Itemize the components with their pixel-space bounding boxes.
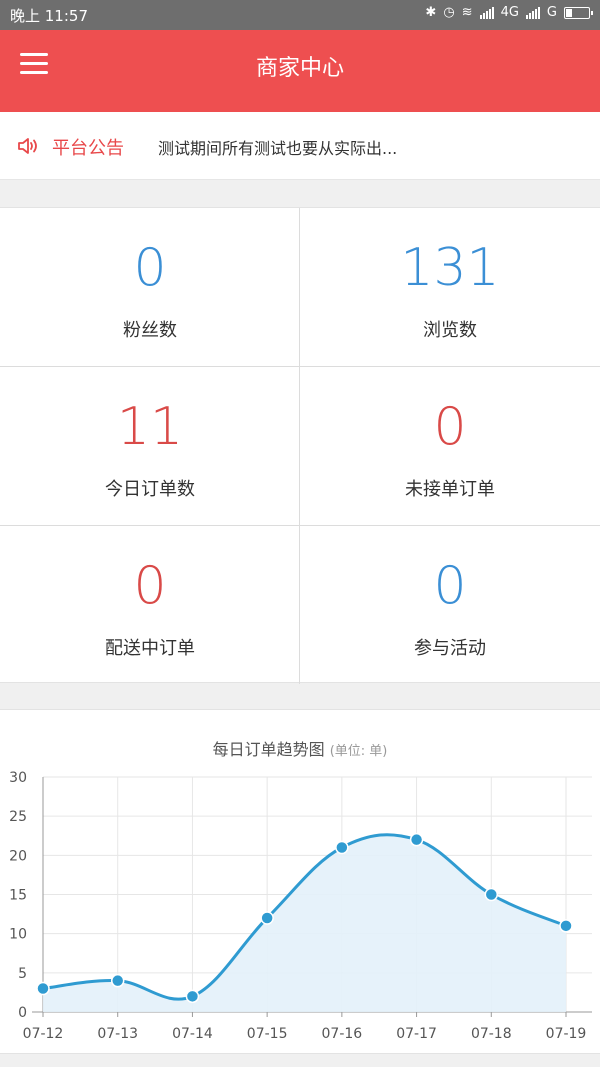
stat-views[interactable]: 131 浏览数 bbox=[300, 208, 600, 366]
x-tick-label: 07-14 bbox=[172, 1026, 213, 1042]
stat-label: 未接单订单 bbox=[405, 479, 495, 500]
stat-label: 配送中订单 bbox=[105, 638, 195, 659]
y-tick-label: 0 bbox=[18, 1005, 27, 1021]
data-point bbox=[260, 911, 274, 925]
x-tick-label: 07-15 bbox=[247, 1026, 288, 1042]
order-trend-chart-card: 每日订单趋势图 (单位: 单) 0 5 10 15 20 25 30 07-12 07-13 07… bbox=[0, 709, 600, 1054]
x-tick-label: 07-18 bbox=[471, 1026, 512, 1042]
data-point bbox=[484, 887, 499, 902]
data-point bbox=[409, 832, 424, 847]
data-point bbox=[36, 981, 50, 996]
platform-notice[interactable]: 平台公告 测试期间所有测试也要从实际出... bbox=[0, 112, 600, 180]
notice-label: 平台公告 bbox=[52, 138, 124, 159]
stat-delivering-orders[interactable]: 0 配送中订单 bbox=[0, 526, 300, 684]
network-type-label: 4G bbox=[500, 5, 519, 20]
x-tick-label: 07-19 bbox=[546, 1026, 587, 1042]
x-tick-label: 07-12 bbox=[23, 1026, 64, 1042]
stat-activities[interactable]: 0 参与活动 bbox=[300, 526, 600, 684]
grid-divider bbox=[299, 208, 300, 684]
signal-icon-2 bbox=[525, 6, 540, 19]
stat-label: 参与活动 bbox=[414, 638, 486, 659]
data-point bbox=[110, 973, 125, 988]
stat-fans[interactable]: 0 粉丝数 bbox=[0, 208, 300, 366]
stat-today-orders[interactable]: 11 今日订单数 bbox=[0, 367, 300, 525]
stat-value: 0 bbox=[433, 556, 467, 616]
y-tick-label: 30 bbox=[9, 770, 27, 786]
data-point bbox=[335, 840, 349, 855]
stat-label: 浏览数 bbox=[423, 320, 477, 341]
y-tick-label: 25 bbox=[9, 809, 27, 825]
x-tick-label: 07-17 bbox=[396, 1026, 437, 1042]
stat-value: 0 bbox=[133, 238, 167, 298]
y-tick-label: 20 bbox=[9, 848, 27, 864]
app-header: 商家中心 bbox=[0, 30, 600, 112]
grid-divider bbox=[0, 525, 600, 526]
y-tick-label: 15 bbox=[9, 888, 27, 904]
stat-value: 131 bbox=[400, 238, 500, 298]
alarm-icon: ◷ bbox=[443, 5, 455, 20]
network-type-label-2: G bbox=[546, 5, 557, 20]
stat-label: 粉丝数 bbox=[123, 320, 177, 341]
signal-icon bbox=[479, 6, 494, 19]
stat-label: 今日订单数 bbox=[105, 479, 195, 500]
stats-grid: 0 粉丝数 131 浏览数 11 今日订单数 0 未接单订单 0 配送中订单 0… bbox=[0, 207, 600, 684]
order-trend-chart[interactable]: 0 5 10 15 20 25 30 07-12 07-13 07-14 07-15 07-16 07-… bbox=[0, 710, 600, 1055]
stat-unaccepted-orders[interactable]: 0 未接单订单 bbox=[300, 367, 600, 525]
stat-value: 0 bbox=[433, 397, 467, 457]
data-point bbox=[559, 919, 573, 933]
stat-value: 0 bbox=[133, 556, 167, 616]
stat-value: 11 bbox=[116, 397, 184, 457]
speaker-icon bbox=[17, 136, 41, 160]
wifi-icon: ≋ bbox=[461, 5, 473, 20]
status-bar: 晚上 11:57 ✱ ◷ ≋ 4G G bbox=[0, 0, 600, 30]
y-tick-label: 5 bbox=[18, 966, 27, 982]
grid-divider bbox=[0, 366, 600, 367]
page-title: 商家中心 bbox=[255, 56, 344, 81]
x-tick-label: 07-13 bbox=[97, 1026, 138, 1042]
notice-text[interactable]: 测试期间所有测试也要从实际出... bbox=[158, 135, 397, 159]
x-tick-label: 07-16 bbox=[322, 1026, 363, 1042]
bluetooth-icon: ✱ bbox=[425, 5, 437, 20]
status-time: 晚上 11:57 bbox=[10, 7, 88, 25]
data-point bbox=[185, 989, 200, 1004]
y-tick-label: 10 bbox=[9, 927, 27, 943]
status-icons: ✱ ◷ ≋ 4G G bbox=[425, 5, 593, 20]
battery-icon bbox=[564, 6, 593, 19]
